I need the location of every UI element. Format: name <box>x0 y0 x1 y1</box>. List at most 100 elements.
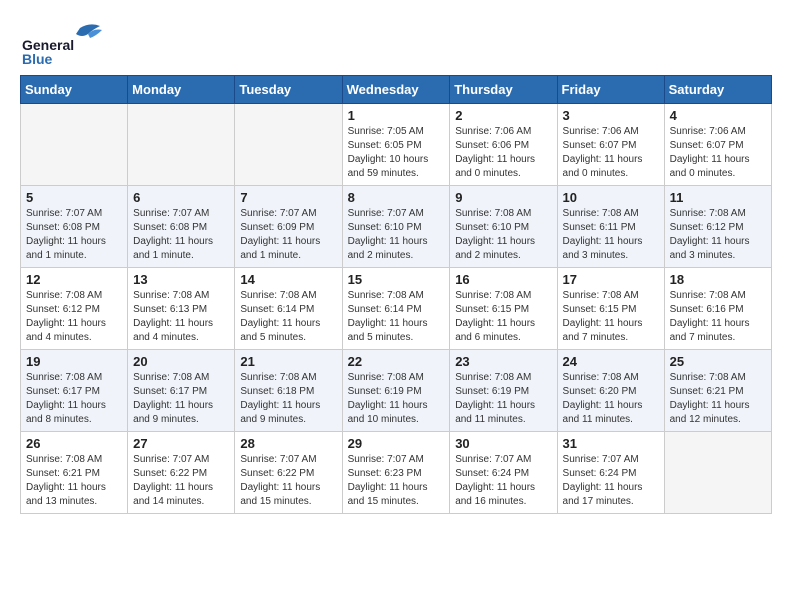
day-info: Sunrise: 7:07 AM Sunset: 6:22 PM Dayligh… <box>240 453 336 509</box>
calendar-day-cell: 25 Sunrise: 7:08 AM Sunset: 6:21 PM Dayli… <box>664 350 771 432</box>
calendar-day-cell: 2 Sunrise: 7:06 AM Sunset: 6:06 PM Daylig… <box>450 104 557 186</box>
calendar-day-cell: 13 Sunrise: 7:08 AM Sunset: 6:13 PM Dayli… <box>128 268 235 350</box>
day-info: Sunrise: 7:08 AM Sunset: 6:21 PM Dayligh… <box>26 453 122 509</box>
calendar-day-cell: 19 Sunrise: 7:08 AM Sunset: 6:17 PM Dayli… <box>21 350 128 432</box>
calendar-week-row: 5 Sunrise: 7:07 AM Sunset: 6:08 PM Daylig… <box>21 186 772 268</box>
calendar-day-cell: 7 Sunrise: 7:07 AM Sunset: 6:09 PM Daylig… <box>235 186 342 268</box>
day-number: 7 <box>240 190 336 205</box>
day-info: Sunrise: 7:07 AM Sunset: 6:24 PM Dayligh… <box>455 453 551 509</box>
day-number: 18 <box>670 272 766 287</box>
day-info: Sunrise: 7:06 AM Sunset: 6:07 PM Dayligh… <box>670 125 766 181</box>
day-info: Sunrise: 7:07 AM Sunset: 6:23 PM Dayligh… <box>348 453 445 509</box>
calendar-day-cell: 18 Sunrise: 7:08 AM Sunset: 6:16 PM Dayli… <box>664 268 771 350</box>
calendar-day-cell: 9Sunrise: 7:08 AM Sunset: 6:10 PM Daylig… <box>450 186 557 268</box>
logo: General Blue <box>20 20 110 65</box>
calendar-day-cell: 23 Sunrise: 7:08 AM Sunset: 6:19 PM Dayli… <box>450 350 557 432</box>
day-number: 15 <box>348 272 445 287</box>
day-number: 19 <box>26 354 122 369</box>
day-number: 6 <box>133 190 229 205</box>
calendar-day-cell: 4 Sunrise: 7:06 AM Sunset: 6:07 PM Daylig… <box>664 104 771 186</box>
day-number: 25 <box>670 354 766 369</box>
calendar-day-cell: 14Sunrise: 7:08 AM Sunset: 6:14 PM Dayli… <box>235 268 342 350</box>
day-info: Sunrise: 7:08 AM Sunset: 6:11 PM Dayligh… <box>563 207 659 263</box>
day-info: Sunrise: 7:07 AM Sunset: 6:09 PM Dayligh… <box>240 207 336 263</box>
calendar-day-cell: 26 Sunrise: 7:08 AM Sunset: 6:21 PM Dayli… <box>21 432 128 514</box>
day-info: Sunrise: 7:06 AM Sunset: 6:07 PM Dayligh… <box>563 125 659 181</box>
weekday-header: Monday <box>128 76 235 104</box>
day-number: 31 <box>563 436 659 451</box>
calendar-day-cell: 12 Sunrise: 7:08 AM Sunset: 6:12 PM Dayli… <box>21 268 128 350</box>
day-info: Sunrise: 7:08 AM Sunset: 6:12 PM Dayligh… <box>26 289 122 345</box>
day-number: 23 <box>455 354 551 369</box>
calendar-day-cell: 27 Sunrise: 7:07 AM Sunset: 6:22 PM Dayli… <box>128 432 235 514</box>
calendar-day-cell: 30 Sunrise: 7:07 AM Sunset: 6:24 PM Dayli… <box>450 432 557 514</box>
day-info: Sunrise: 7:08 AM Sunset: 6:17 PM Dayligh… <box>133 371 229 427</box>
calendar-day-cell <box>664 432 771 514</box>
calendar-day-cell: 17Sunrise: 7:08 AM Sunset: 6:15 PM Dayli… <box>557 268 664 350</box>
calendar-day-cell: 28 Sunrise: 7:07 AM Sunset: 6:22 PM Dayli… <box>235 432 342 514</box>
day-info: Sunrise: 7:08 AM Sunset: 6:17 PM Dayligh… <box>26 371 122 427</box>
day-number: 10 <box>563 190 659 205</box>
calendar-day-cell: 15 Sunrise: 7:08 AM Sunset: 6:14 PM Dayli… <box>342 268 450 350</box>
day-info: Sunrise: 7:05 AM Sunset: 6:05 PM Dayligh… <box>348 125 445 181</box>
weekday-header: Saturday <box>664 76 771 104</box>
calendar-day-cell: 1 Sunrise: 7:05 AM Sunset: 6:05 PM Daylig… <box>342 104 450 186</box>
day-info: Sunrise: 7:08 AM Sunset: 6:14 PM Dayligh… <box>348 289 445 345</box>
day-info: Sunrise: 7:07 AM Sunset: 6:08 PM Dayligh… <box>26 207 122 263</box>
calendar-day-cell: 31 Sunrise: 7:07 AM Sunset: 6:24 PM Dayli… <box>557 432 664 514</box>
day-number: 26 <box>26 436 122 451</box>
day-info: Sunrise: 7:07 AM Sunset: 6:22 PM Dayligh… <box>133 453 229 509</box>
calendar-table: SundayMondayTuesdayWednesdayThursdayFrid… <box>20 75 772 514</box>
day-number: 16 <box>455 272 551 287</box>
day-info: Sunrise: 7:08 AM Sunset: 6:10 PM Dayligh… <box>455 207 551 263</box>
day-info: Sunrise: 7:08 AM Sunset: 6:19 PM Dayligh… <box>348 371 445 427</box>
day-number: 29 <box>348 436 445 451</box>
day-info: Sunrise: 7:08 AM Sunset: 6:19 PM Dayligh… <box>455 371 551 427</box>
day-number: 30 <box>455 436 551 451</box>
day-number: 12 <box>26 272 122 287</box>
day-info: Sunrise: 7:07 AM Sunset: 6:24 PM Dayligh… <box>563 453 659 509</box>
day-info: Sunrise: 7:08 AM Sunset: 6:12 PM Dayligh… <box>670 207 766 263</box>
logo-svg: General Blue <box>20 20 110 65</box>
calendar-week-row: 12 Sunrise: 7:08 AM Sunset: 6:12 PM Dayli… <box>21 268 772 350</box>
day-info: Sunrise: 7:07 AM Sunset: 6:08 PM Dayligh… <box>133 207 229 263</box>
day-number: 14 <box>240 272 336 287</box>
calendar-day-cell <box>128 104 235 186</box>
calendar-day-cell <box>235 104 342 186</box>
day-info: Sunrise: 7:08 AM Sunset: 6:21 PM Dayligh… <box>670 371 766 427</box>
weekday-header: Tuesday <box>235 76 342 104</box>
calendar-header-row: SundayMondayTuesdayWednesdayThursdayFrid… <box>21 76 772 104</box>
day-number: 27 <box>133 436 229 451</box>
calendar-day-cell: 3 Sunrise: 7:06 AM Sunset: 6:07 PM Daylig… <box>557 104 664 186</box>
day-number: 1 <box>348 108 445 123</box>
day-info: Sunrise: 7:08 AM Sunset: 6:20 PM Dayligh… <box>563 371 659 427</box>
day-number: 22 <box>348 354 445 369</box>
day-info: Sunrise: 7:08 AM Sunset: 6:13 PM Dayligh… <box>133 289 229 345</box>
svg-text:Blue: Blue <box>22 51 53 65</box>
weekday-header: Thursday <box>450 76 557 104</box>
day-number: 11 <box>670 190 766 205</box>
calendar-week-row: 19 Sunrise: 7:08 AM Sunset: 6:17 PM Dayli… <box>21 350 772 432</box>
day-number: 21 <box>240 354 336 369</box>
calendar-day-cell: 16 Sunrise: 7:08 AM Sunset: 6:15 PM Dayli… <box>450 268 557 350</box>
calendar-day-cell: 29 Sunrise: 7:07 AM Sunset: 6:23 PM Dayli… <box>342 432 450 514</box>
day-number: 8 <box>348 190 445 205</box>
weekday-header: Friday <box>557 76 664 104</box>
calendar-week-row: 1 Sunrise: 7:05 AM Sunset: 6:05 PM Daylig… <box>21 104 772 186</box>
day-number: 13 <box>133 272 229 287</box>
calendar-day-cell: 22 Sunrise: 7:08 AM Sunset: 6:19 PM Dayli… <box>342 350 450 432</box>
day-number: 28 <box>240 436 336 451</box>
calendar-week-row: 26 Sunrise: 7:08 AM Sunset: 6:21 PM Dayli… <box>21 432 772 514</box>
calendar-day-cell: 10 Sunrise: 7:08 AM Sunset: 6:11 PM Dayli… <box>557 186 664 268</box>
day-info: Sunrise: 7:06 AM Sunset: 6:06 PM Dayligh… <box>455 125 551 181</box>
calendar-day-cell: 21Sunrise: 7:08 AM Sunset: 6:18 PM Dayli… <box>235 350 342 432</box>
calendar-day-cell <box>21 104 128 186</box>
day-number: 5 <box>26 190 122 205</box>
day-number: 4 <box>670 108 766 123</box>
day-number: 2 <box>455 108 551 123</box>
calendar-day-cell: 8Sunrise: 7:07 AM Sunset: 6:10 PM Daylig… <box>342 186 450 268</box>
day-number: 24 <box>563 354 659 369</box>
day-info: Sunrise: 7:08 AM Sunset: 6:16 PM Dayligh… <box>670 289 766 345</box>
day-info: Sunrise: 7:08 AM Sunset: 6:15 PM Dayligh… <box>455 289 551 345</box>
day-number: 3 <box>563 108 659 123</box>
